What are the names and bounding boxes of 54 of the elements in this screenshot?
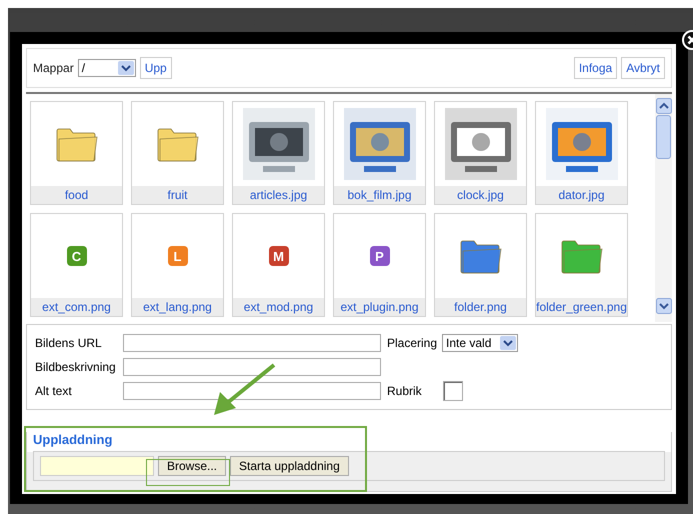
file-name: ext_plugin.png bbox=[334, 298, 425, 316]
file-name: folder_green.png bbox=[536, 298, 627, 316]
file-name: food bbox=[31, 186, 122, 204]
file-tile[interactable]: C ext_com.png bbox=[30, 213, 123, 317]
file-tile[interactable]: fruit bbox=[131, 101, 224, 205]
insert-button[interactable]: Infoga bbox=[574, 57, 618, 79]
file-tile[interactable]: food bbox=[30, 101, 123, 205]
file-field[interactable] bbox=[40, 456, 154, 476]
file-tile[interactable]: dator.jpg bbox=[535, 101, 628, 205]
start-upload-button[interactable]: Starta uppladdning bbox=[230, 456, 349, 476]
file-name: bok_film.jpg bbox=[334, 186, 425, 204]
file-tile[interactable]: clock.jpg bbox=[434, 101, 527, 205]
url-field[interactable] bbox=[123, 334, 381, 352]
scrollbar[interactable] bbox=[655, 94, 672, 322]
caret-icon bbox=[118, 61, 134, 75]
alt-text-label: Alt text bbox=[35, 384, 73, 398]
scroll-thumb[interactable] bbox=[656, 115, 671, 159]
placement-dropdown[interactable]: Inte vald bbox=[442, 334, 518, 352]
annotation-arrow bbox=[212, 362, 278, 418]
file-tile[interactable]: folder.png bbox=[434, 213, 527, 317]
extension-badge: C bbox=[66, 246, 86, 266]
cancel-button[interactable]: Avbryt bbox=[621, 57, 665, 79]
file-name: clock.jpg bbox=[435, 186, 526, 204]
file-name: ext_mod.png bbox=[233, 298, 324, 316]
caret-icon bbox=[500, 336, 516, 350]
file-tile[interactable]: bok_film.jpg bbox=[333, 101, 426, 205]
file-name: folder.png bbox=[435, 298, 526, 316]
extension-badge: L bbox=[168, 246, 188, 266]
file-tile[interactable]: folder_green.png bbox=[535, 213, 628, 317]
file-name: ext_com.png bbox=[31, 298, 122, 316]
file-name: articles.jpg bbox=[233, 186, 324, 204]
browse-button[interactable]: Browse... bbox=[158, 456, 226, 476]
description-label: Bildbeskrivning bbox=[35, 360, 117, 374]
file-tile[interactable]: articles.jpg bbox=[232, 101, 325, 205]
file-name: dator.jpg bbox=[536, 186, 627, 204]
file-tile[interactable]: P ext_plugin.png bbox=[333, 213, 426, 317]
alt-text-field[interactable] bbox=[123, 382, 381, 400]
extension-badge: P bbox=[370, 246, 390, 266]
upload-heading: Uppladdning bbox=[32, 432, 114, 449]
scroll-down-icon[interactable] bbox=[656, 298, 672, 314]
placement-label: Placering bbox=[387, 336, 438, 350]
up-button[interactable]: Upp bbox=[140, 57, 172, 79]
url-label: Bildens URL bbox=[35, 336, 103, 350]
extension-badge: M bbox=[268, 246, 288, 266]
folder-label: Mappar bbox=[33, 61, 74, 75]
description-field[interactable] bbox=[123, 358, 381, 376]
file-name: ext_lang.png bbox=[132, 298, 223, 316]
file-tile[interactable]: M ext_mod.png bbox=[232, 213, 325, 317]
folder-dropdown[interactable]: / bbox=[78, 59, 136, 77]
file-tile[interactable]: L ext_lang.png bbox=[131, 213, 224, 317]
caption-label: Rubrik bbox=[387, 384, 423, 398]
file-name: fruit bbox=[132, 186, 223, 204]
scroll-up-icon[interactable] bbox=[656, 98, 672, 114]
caption-checkbox[interactable] bbox=[443, 381, 463, 401]
